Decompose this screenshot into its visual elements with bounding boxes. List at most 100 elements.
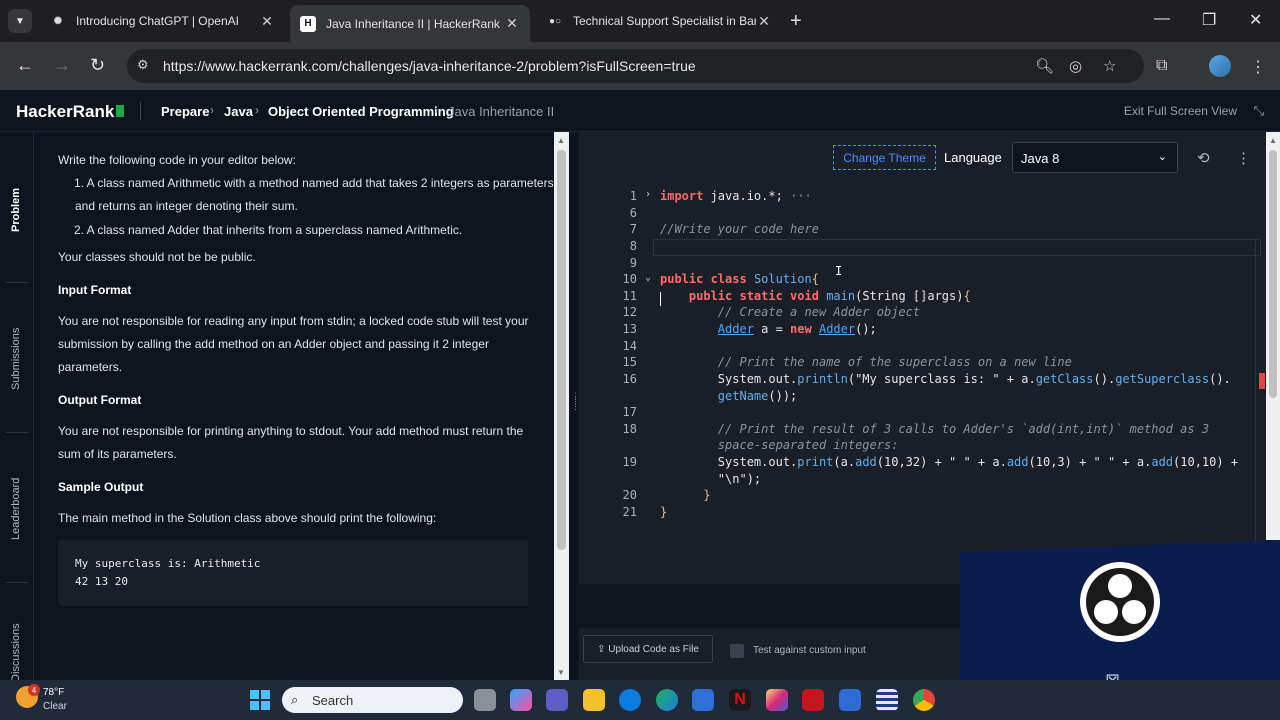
fold-collapse-icon[interactable]: ⌄ (645, 272, 651, 283)
url-text[interactable]: https://www.hackerrank.com/challenges/ja… (163, 58, 696, 74)
more-options-icon[interactable]: ⋮ (1236, 149, 1251, 167)
chevron-right-icon: › (255, 103, 259, 117)
code-line: getName()); (579, 389, 1266, 406)
sample-output-heading: Sample Output (58, 480, 144, 494)
breadcrumb-prepare[interactable]: Prepare (161, 104, 209, 119)
security-icon[interactable] (839, 689, 861, 711)
netflix-icon[interactable]: N (729, 689, 751, 711)
line-number: 1 (629, 189, 637, 203)
eye-off-icon[interactable]: ◎ (1069, 57, 1082, 75)
edge-icon[interactable] (656, 689, 678, 711)
taskbar-search[interactable]: ⌕ Search (282, 687, 463, 713)
minimize-icon[interactable]: — (1154, 10, 1170, 28)
problem-scrollbar[interactable]: ▲ ▼ (554, 132, 569, 680)
line-number: 17 (622, 405, 637, 419)
editor-scrollbar[interactable]: ▲ (1266, 132, 1280, 540)
scroll-up-icon[interactable]: ▲ (1269, 136, 1277, 145)
address-bar[interactable]: ⚙ https://www.hackerrank.com/challenges/… (127, 49, 1144, 83)
code-line: 11 public static void main(String []args… (579, 289, 1266, 306)
scroll-down-icon[interactable]: ▼ (557, 668, 565, 677)
breadcrumb-java[interactable]: Java (224, 104, 253, 119)
tab-title: Technical Support Specialist in Bangal (573, 14, 756, 28)
fold-expand-icon[interactable]: › (645, 189, 651, 200)
extensions-icon[interactable]: ⧉ (1156, 57, 1167, 75)
tab-title: Introducing ChatGPT | OpenAI (76, 14, 239, 28)
browser-toolbar: ← → ↻ ⚙ https://www.hackerrank.com/chall… (0, 42, 1280, 90)
instagram-icon[interactable] (766, 689, 788, 711)
code-line: 21} (579, 505, 1266, 522)
scrollbar-thumb[interactable] (557, 150, 566, 550)
output-format-heading: Output Format (58, 393, 142, 407)
pane-splitter[interactable]: ⋮ ⋮ ⋮ (569, 132, 580, 680)
close-icon[interactable]: ✕ (504, 15, 520, 32)
line-number: 19 (622, 455, 637, 469)
upload-code-button[interactable]: ⇪ Upload Code as File (583, 635, 713, 663)
browser-menu-icon[interactable]: ⋮ (1250, 57, 1266, 77)
code-line: 12 // Create a new Adder object (579, 305, 1266, 322)
task-view-icon[interactable] (474, 689, 496, 711)
close-icon[interactable]: ✕ (259, 13, 275, 30)
tab-search-button[interactable]: ▼ (8, 9, 32, 33)
public-note: Your classes should not be be public. (58, 250, 256, 264)
text-cursor (660, 292, 661, 306)
close-icon[interactable]: ✕ (756, 13, 772, 30)
divider (6, 582, 28, 583)
scrollbar-thumb[interactable] (1269, 150, 1277, 398)
tab-chatgpt[interactable]: ✺ Introducing ChatGPT | OpenAI ✕ (40, 5, 285, 37)
problem-intro: Write the following code in your editor … (58, 153, 296, 167)
upload-label: Upload Code as File (608, 643, 699, 655)
weather-condition[interactable]: Clear (43, 701, 67, 712)
code-line: "\n"); (579, 472, 1266, 489)
chevron-down-icon: ⌄ (1157, 151, 1167, 163)
output-format-text: You are not responsible for printing any… (58, 424, 524, 438)
editor-toolbar: Change Theme Language Java 8 ⌄ ⟲ ⋮ (579, 132, 1266, 184)
upload-icon: ⇪ (597, 643, 609, 655)
window-close-icon[interactable]: ✕ (1249, 10, 1262, 30)
search-placeholder: Search (312, 693, 354, 708)
language-select[interactable]: Java 8 ⌄ (1012, 142, 1178, 173)
change-theme-button[interactable]: Change Theme (833, 145, 936, 170)
code-text: System.out.println("My superclass is: " … (660, 372, 1231, 386)
ibeam-cursor-icon: I (835, 264, 843, 278)
logo-text: HackerRank (16, 102, 115, 121)
back-icon[interactable]: ← (16, 55, 34, 76)
code-line: 1 › import java.io.*; ··· (579, 189, 1266, 206)
copilot-icon[interactable] (510, 689, 532, 711)
breadcrumb-oop[interactable]: Object Oriented Programming (268, 104, 454, 119)
code-text: public class Solution{ (660, 272, 819, 286)
teams-icon[interactable] (546, 689, 568, 711)
code-editor[interactable]: 1 › import java.io.*; ··· 6 7 //Write your … (579, 184, 1266, 633)
language-label: Language (944, 150, 1002, 165)
history-icon[interactable]: ⟲ (1197, 149, 1210, 167)
code-line: 7 //Write your code here (579, 222, 1266, 239)
code-line: 19 System.out.print(a.add(10,32) + " " +… (579, 455, 1266, 472)
windows-start-icon[interactable] (250, 690, 270, 710)
collapse-icon[interactable]: ⤡ (1254, 103, 1264, 119)
app-n-icon[interactable] (802, 689, 824, 711)
code-line: 13 Adder a = new Adder(); (579, 322, 1266, 339)
code-line: 9 (579, 256, 1266, 273)
custom-input-label[interactable]: Test against custom input (753, 645, 866, 656)
cortana-icon[interactable] (619, 689, 641, 711)
tab-job-posting[interactable]: ●○ Technical Support Specialist in Banga… (537, 5, 782, 37)
chrome-icon[interactable] (913, 689, 935, 711)
forward-icon[interactable]: → (53, 55, 71, 76)
tab-hackerrank[interactable]: H Java Inheritance II | HackerRank ✕ (290, 5, 530, 42)
reload-icon[interactable]: ↻ (90, 55, 105, 76)
scroll-up-icon[interactable]: ▲ (557, 136, 565, 145)
hackerrank-logo[interactable]: HackerRank (16, 102, 125, 122)
zoom-icon[interactable]: 🔍︎ (1035, 57, 1054, 75)
app-stripes-icon[interactable] (876, 689, 898, 711)
store-icon[interactable] (692, 689, 714, 711)
weather-temp[interactable]: 78°F (43, 687, 64, 698)
bookmark-star-icon[interactable]: ☆ (1103, 57, 1116, 75)
exit-fullscreen-link[interactable]: Exit Full Screen View (1124, 104, 1237, 118)
rail-tab-label: Leaderboard (10, 477, 22, 540)
site-info-icon[interactable]: ⚙ (137, 57, 155, 75)
line-number: 7 (629, 222, 637, 236)
custom-input-checkbox[interactable] (730, 644, 744, 658)
new-tab-icon[interactable]: + (790, 10, 802, 33)
restore-icon[interactable]: ❐ (1202, 10, 1216, 30)
file-explorer-icon[interactable] (583, 689, 605, 711)
profile-avatar[interactable] (1209, 55, 1231, 77)
